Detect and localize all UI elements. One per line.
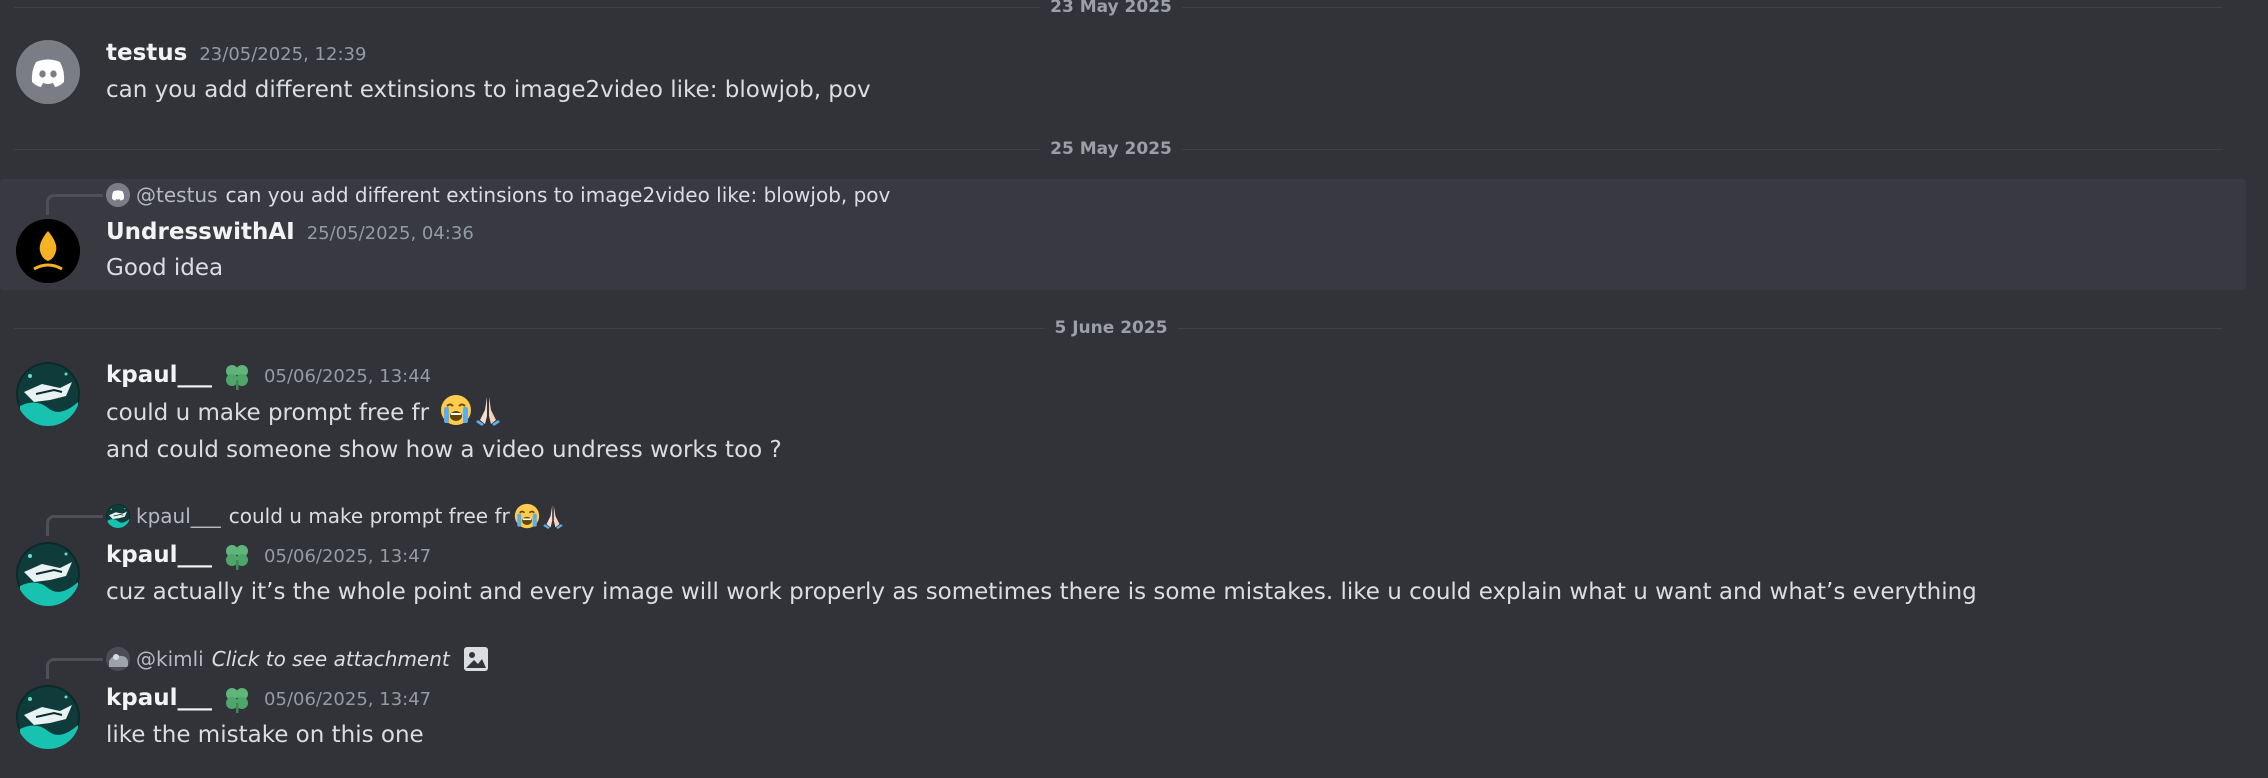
reply-spine: [46, 194, 103, 215]
timestamp[interactable]: 05/06/2025, 13:44: [264, 366, 431, 387]
date-divider: 25 May 2025: [0, 139, 2222, 159]
message-text: can you add different extinsions to imag…: [106, 77, 871, 103]
flame-logo-icon: [16, 219, 80, 283]
timestamp[interactable]: 05/06/2025, 13:47: [264, 546, 431, 567]
avatar[interactable]: [16, 219, 80, 283]
reply-mention[interactable]: kpaul___: [136, 504, 221, 528]
folded-hands-emoji-icon[interactable]: [472, 394, 504, 426]
message-text: could u make prompt free fr: [106, 400, 430, 426]
timestamp[interactable]: 25/05/2025, 04:36: [307, 223, 474, 244]
kpaul-avatar-icon: [106, 504, 130, 528]
loudly-crying-face-emoji-icon[interactable]: [440, 394, 472, 426]
kimli-avatar-icon: [106, 647, 130, 671]
author-name[interactable]: kpaul___: [106, 685, 212, 711]
author-name[interactable]: UndresswithAI: [106, 219, 295, 245]
folded-hands-emoji-icon: [540, 503, 566, 529]
date-divider-label: 25 May 2025: [1040, 139, 1182, 159]
date-divider-label: 23 May 2025: [1040, 0, 1182, 17]
message-text: cuz actually it’s the whole point and ev…: [106, 579, 1977, 605]
author-name[interactable]: kpaul___: [106, 542, 212, 568]
date-divider-label: 5 June 2025: [1044, 318, 1178, 338]
discord-logo-icon: [106, 183, 130, 207]
kpaul-avatar-icon: [16, 685, 80, 749]
message-followup-text: and could someone show how a video undre…: [106, 437, 782, 463]
message-header: UndresswithAI 25/05/2025, 04:36: [106, 219, 474, 249]
message-item[interactable]: kpaul___ could u make prompt free fr kpa…: [0, 500, 2246, 612]
message-list: 23 May 2025 testus 23/05/2025, 12:39 can…: [0, 0, 2268, 778]
loudly-crying-face-emoji-icon: [514, 503, 540, 529]
message-header: kpaul___ 05/06/2025, 13:44: [106, 362, 431, 392]
message-header: kpaul___ 05/06/2025, 13:47: [106, 685, 431, 715]
avatar[interactable]: [16, 542, 80, 606]
message-text: Good idea: [106, 255, 224, 281]
message-item[interactable]: @testus can you add different extinsions…: [0, 179, 2246, 290]
clover-badge-icon[interactable]: [222, 542, 252, 572]
reply-mention[interactable]: @testus: [136, 183, 218, 207]
message-header: kpaul___ 05/06/2025, 13:47: [106, 542, 431, 572]
reply-spine: [46, 658, 103, 679]
image-attachment-icon[interactable]: [462, 645, 490, 673]
reply-text: could u make prompt free fr: [228, 504, 510, 528]
reply-text: can you add different extinsions to imag…: [225, 183, 891, 207]
reply-avatar: [106, 504, 130, 528]
message-item[interactable]: testus 23/05/2025, 12:39 can you add dif…: [0, 30, 2246, 110]
reply-preview[interactable]: @testus can you add different extinsions…: [106, 181, 890, 209]
author-name[interactable]: testus: [106, 40, 187, 66]
reply-attachment-text[interactable]: Click to see attachment: [212, 647, 450, 671]
timestamp[interactable]: 05/06/2025, 13:47: [264, 689, 431, 710]
avatar[interactable]: [16, 685, 80, 749]
timestamp[interactable]: 23/05/2025, 12:39: [199, 44, 366, 65]
kpaul-avatar-icon: [16, 542, 80, 606]
author-name[interactable]: kpaul___: [106, 362, 212, 388]
reply-spine: [46, 515, 103, 536]
message-text: like the mistake on this one: [106, 722, 424, 748]
discord-logo-icon: [16, 40, 80, 104]
message-header: testus 23/05/2025, 12:39: [106, 40, 366, 70]
reply-avatar: [106, 183, 130, 207]
message-item[interactable]: kpaul___ 05/06/2025, 13:44 could u make …: [0, 356, 2246, 476]
clover-badge-icon[interactable]: [222, 685, 252, 715]
date-divider: 23 May 2025: [0, 0, 2222, 17]
reply-preview[interactable]: @kimli Click to see attachment: [106, 645, 490, 673]
reply-preview[interactable]: kpaul___ could u make prompt free fr: [106, 502, 566, 530]
reply-mention[interactable]: @kimli: [136, 647, 204, 671]
message-item[interactable]: @kimli Click to see attachment kpaul___ …: [0, 643, 2246, 755]
kpaul-avatar-icon: [16, 362, 80, 426]
message-line: could u make prompt free fr: [106, 394, 504, 428]
reply-avatar: [106, 647, 130, 671]
avatar[interactable]: [16, 362, 80, 426]
avatar[interactable]: [16, 40, 80, 104]
clover-badge-icon[interactable]: [222, 362, 252, 392]
date-divider: 5 June 2025: [0, 318, 2222, 338]
